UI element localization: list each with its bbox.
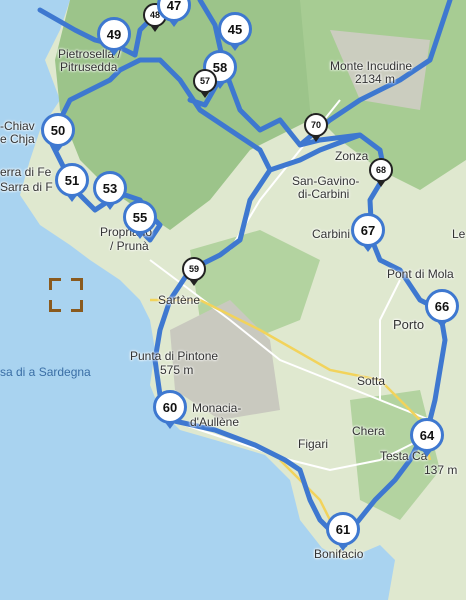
- waypoint-marker[interactable]: 59: [182, 257, 206, 286]
- waypoint-marker[interactable]: 70: [304, 113, 328, 142]
- map-canvas[interactable]: Pietrosella / Pitrusedda Monte Incudine …: [0, 0, 466, 600]
- waypoint-marker[interactable]: 64: [410, 418, 444, 457]
- waypoint-marker[interactable]: 61: [326, 512, 360, 551]
- waypoint-marker[interactable]: 55: [123, 200, 157, 239]
- waypoint-marker[interactable]: 68: [369, 158, 393, 187]
- waypoint-marker[interactable]: 49: [97, 17, 131, 56]
- waypoint-marker[interactable]: 60: [153, 390, 187, 429]
- waypoint-marker[interactable]: 66: [425, 289, 459, 328]
- waypoint-marker[interactable]: 53: [93, 171, 127, 210]
- waypoint-marker[interactable]: 51: [55, 163, 89, 202]
- waypoint-marker[interactable]: 67: [351, 213, 385, 252]
- waypoint-marker[interactable]: 57: [193, 69, 217, 98]
- focus-frame-icon[interactable]: [49, 278, 83, 312]
- waypoint-marker[interactable]: 45: [218, 12, 252, 51]
- waypoint-marker[interactable]: 50: [41, 113, 75, 152]
